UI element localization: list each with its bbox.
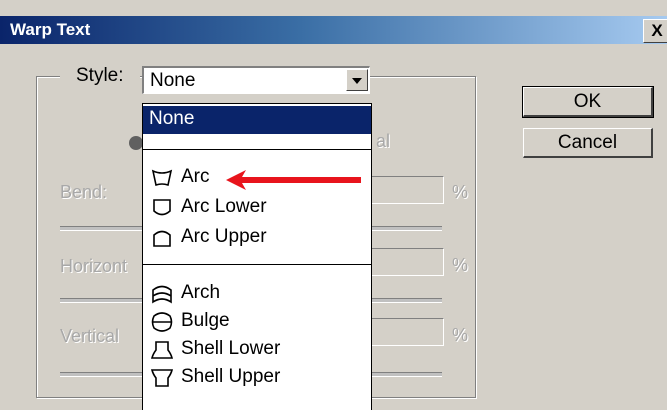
vertical-percent: %	[452, 325, 469, 345]
chevron-down-icon[interactable]	[346, 69, 368, 91]
dropdown-item-arch[interactable]: Arch	[143, 280, 371, 308]
dropdown-separator	[143, 149, 371, 150]
warp-text-dialog: Warp Text X Style: None al Bend: % Horiz…	[0, 0, 667, 410]
horizontal-label: Horizont	[60, 256, 128, 276]
dropdown-item-label: None	[149, 108, 195, 129]
shell-upper-icon	[151, 369, 173, 387]
bulge-icon	[151, 312, 173, 332]
shell-lower-icon	[151, 341, 173, 359]
dropdown-item-label: Arch	[181, 282, 221, 303]
title-bar[interactable]: Warp Text X	[0, 16, 667, 44]
orientation-radio	[129, 136, 143, 150]
dropdown-item-label: Arc	[181, 166, 210, 187]
red-arrow-annotation	[226, 170, 361, 190]
cancel-button[interactable]: Cancel	[523, 128, 653, 158]
style-label: Style:	[60, 65, 140, 87]
arc-lower-icon	[153, 199, 171, 216]
dropdown-item-label: Arc Lower	[181, 196, 267, 217]
dropdown-item-label: Shell Lower	[181, 338, 281, 359]
bend-percent: %	[452, 182, 469, 202]
dropdown-item-label: Arc Upper	[181, 226, 267, 247]
close-icon: X	[651, 21, 663, 40]
dropdown-separator	[143, 264, 371, 265]
dropdown-item-bulge[interactable]: Bulge	[143, 308, 371, 336]
dropdown-item-shell-lower[interactable]: Shell Lower	[143, 336, 371, 364]
window-title: Warp Text	[10, 20, 91, 39]
style-select-value: None	[150, 70, 196, 91]
orientation-label-fragment: al	[376, 131, 391, 151]
bend-label: Bend:	[60, 182, 108, 202]
dropdown-item-shell-upper[interactable]: Shell Upper	[143, 364, 371, 392]
close-button[interactable]: X	[643, 19, 667, 43]
dropdown-item-label: Shell Upper	[181, 366, 281, 387]
ok-button[interactable]: OK	[522, 86, 654, 118]
vertical-label: Vertical	[60, 326, 120, 346]
dropdown-item-arc-upper[interactable]: Arc Upper	[143, 224, 371, 252]
horizontal-percent: %	[452, 255, 469, 275]
arch-icon	[152, 285, 172, 304]
dropdown-item-arc-lower[interactable]: Arc Lower	[143, 194, 371, 222]
dropdown-item-label: Bulge	[181, 310, 230, 331]
arc-upper-icon	[153, 230, 171, 247]
top-edge	[0, 0, 667, 17]
style-dropdown-list[interactable]: None Arc Arc Lower Arc Upper Arch Bulge …	[142, 103, 372, 410]
style-select[interactable]: None	[142, 66, 370, 94]
arc-icon	[151, 169, 173, 187]
dropdown-item-none[interactable]: None	[143, 106, 371, 134]
